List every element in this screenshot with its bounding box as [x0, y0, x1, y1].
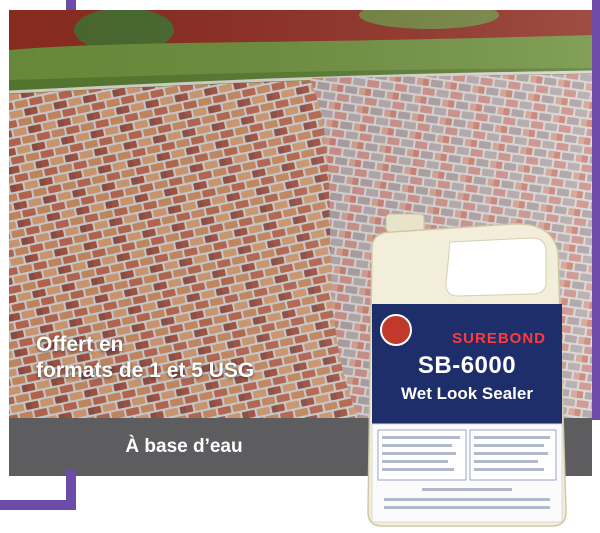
product-model: SB-6000 — [417, 352, 517, 379]
product-jug: SUREBOND SB-6000 Wet Look Sealer — [362, 212, 572, 528]
water-based-caption: À base d’eau — [125, 436, 243, 457]
headline-line-1: Offert en — [36, 333, 124, 356]
headline-line-2: formats de 1 et 5 USG — [36, 359, 255, 382]
frame-accent-bottom-horizontal — [0, 500, 76, 510]
product-name: Wet Look Sealer — [401, 384, 533, 403]
product-brand: SUREBOND — [452, 330, 546, 347]
frame-accent-right — [592, 0, 600, 420]
availability-headline: Offert en formats de 1 et 5 USG — [36, 332, 254, 384]
